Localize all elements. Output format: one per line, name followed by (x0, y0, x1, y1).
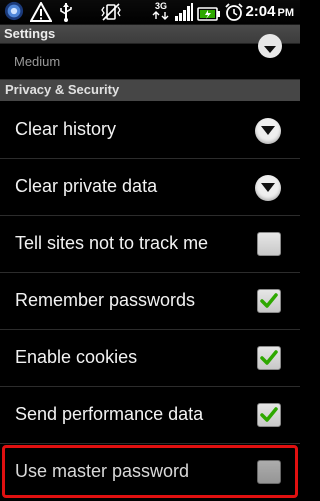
network-3g-icon: 3G (150, 2, 172, 22)
checkmark-icon (260, 407, 278, 422)
partial-preference-row[interactable]: Medium (0, 34, 300, 80)
data-arrows-icon (152, 11, 169, 20)
dropdown-button[interactable] (255, 118, 281, 144)
pref-label: Clear history (15, 119, 117, 139)
chevron-down-icon (264, 46, 276, 53)
pref-label: Enable cookies (15, 347, 138, 367)
checkmark-icon (260, 293, 278, 308)
warning-icon (30, 2, 52, 22)
pref-clear-history[interactable]: Clear history (0, 102, 300, 159)
dropdown-button[interactable] (258, 34, 282, 58)
alarm-icon (225, 3, 243, 21)
chevron-down-icon (261, 126, 275, 135)
battery-icon (197, 7, 220, 21)
category-header: Privacy & Security (0, 80, 300, 101)
chevron-down-icon (261, 183, 275, 192)
clock-ampm: PM (277, 7, 295, 19)
pref-label: Clear private data (15, 176, 158, 196)
clock: 2:04 PM (245, 3, 294, 20)
pref-do-not-track[interactable]: Tell sites not to track me (0, 216, 300, 273)
category-title: Privacy & Security (5, 82, 120, 97)
pref-label: Send performance data (15, 404, 204, 424)
pref-label: Remember passwords (15, 290, 196, 310)
pref-enable-cookies[interactable]: Enable cookies (0, 330, 300, 387)
signal-icon (175, 3, 193, 21)
pref-label: Tell sites not to track me (15, 233, 209, 253)
network-label: 3G (154, 1, 167, 11)
checkbox-checked[interactable] (257, 289, 281, 313)
vibrate-icon (101, 3, 121, 21)
title-bar: Settings (0, 25, 300, 44)
checkbox-unchecked[interactable] (257, 460, 281, 484)
checkmark-icon (260, 350, 278, 365)
checkbox-checked[interactable] (257, 346, 281, 370)
pref-send-performance-data[interactable]: Send performance data (0, 387, 300, 444)
pref-remember-passwords[interactable]: Remember passwords (0, 273, 300, 330)
status-bar: 3G 2:04 PM (0, 0, 300, 25)
checkbox-unchecked[interactable] (257, 232, 281, 256)
clock-time: 2:04 (245, 3, 276, 20)
pref-use-master-password[interactable]: Use master password (0, 444, 300, 501)
pref-label: Use master password (15, 461, 190, 481)
dropdown-button[interactable] (255, 175, 281, 201)
usb-icon (60, 3, 72, 22)
app-icon (4, 1, 24, 21)
preference-summary: Medium (14, 54, 61, 69)
checkbox-checked[interactable] (257, 403, 281, 427)
page-title: Settings (4, 26, 56, 41)
pref-clear-private-data[interactable]: Clear private data (0, 159, 300, 216)
